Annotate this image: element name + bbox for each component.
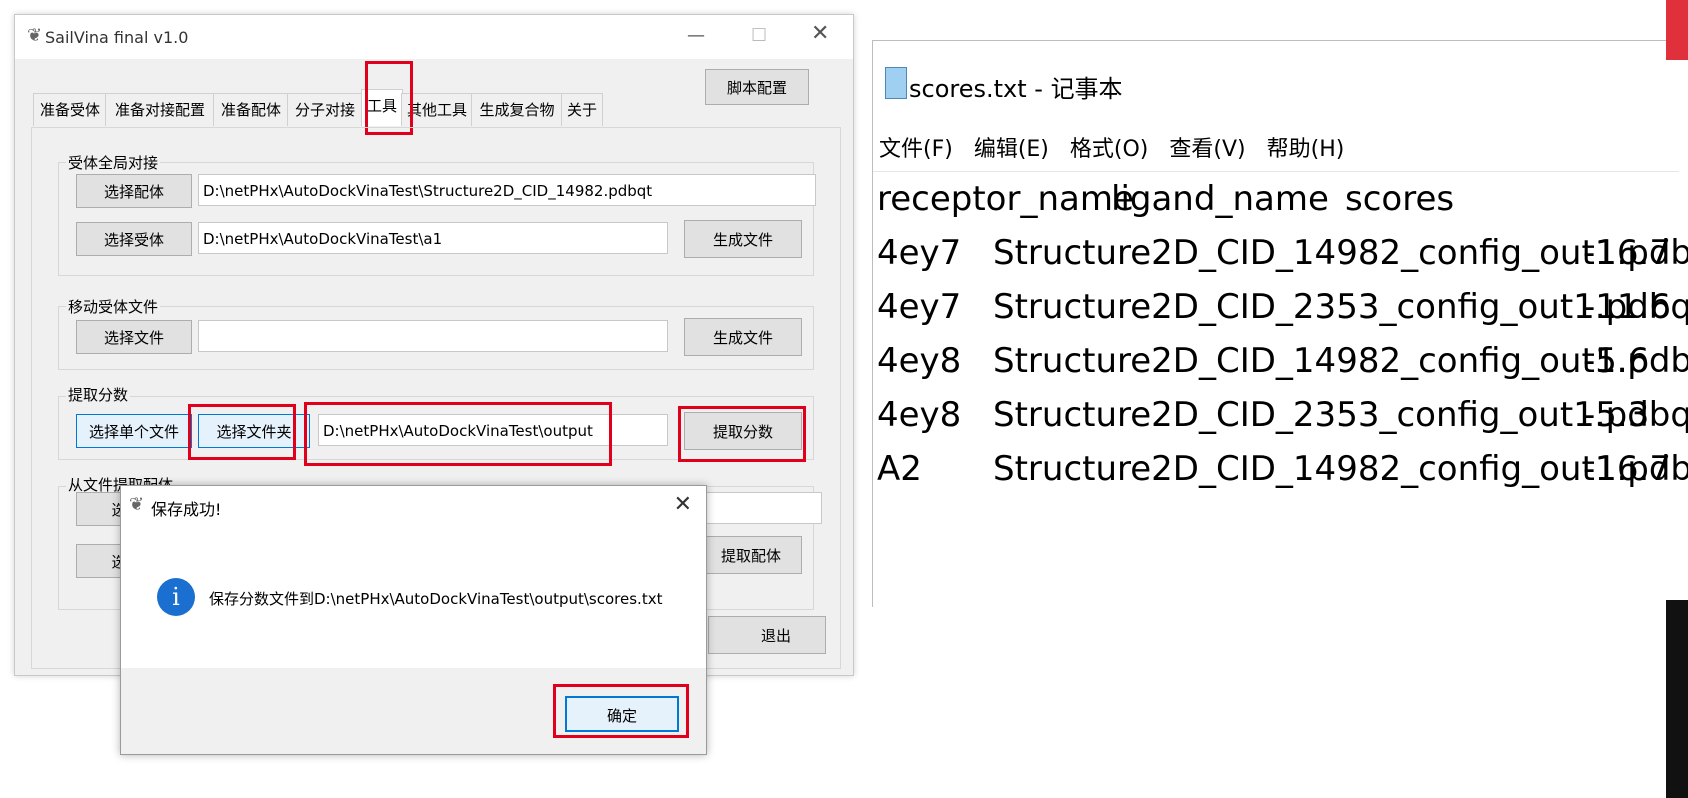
maximize-icon[interactable]: ☐ (751, 25, 767, 46)
feather-icon: ❦ (27, 25, 43, 46)
title-bar: ❦ SailVina final v1.0 — ☐ ✕ (15, 15, 853, 59)
menu-file[interactable]: 文件(F) (879, 137, 953, 162)
row-score: -11.6 (1583, 287, 1671, 327)
row-receptor: A2 (877, 449, 922, 489)
highlight-tools-tab (365, 61, 413, 135)
row-receptor: 4ey8 (877, 341, 962, 381)
select-single-file-button[interactable]: 选择单个文件 (76, 414, 192, 448)
row-score: -16.7 (1583, 233, 1671, 273)
row-receptor: 4ey7 (877, 233, 962, 273)
menu-edit[interactable]: 编辑(E) (974, 137, 1049, 162)
notepad-icon (885, 67, 907, 99)
generate-file-button-1[interactable]: 生成文件 (684, 220, 802, 258)
highlight-extract-scores (678, 406, 806, 462)
tab-prepare-ligand[interactable]: 准备配体 (213, 93, 289, 126)
dialog-close-icon[interactable]: ✕ (674, 492, 692, 517)
row-receptor: 4ey8 (877, 395, 962, 435)
move-receptor-label: 移动受体文件 (66, 296, 161, 317)
close-icon[interactable]: ✕ (811, 21, 829, 46)
notepad-title: scores.txt - 记事本 (909, 75, 1123, 103)
generate-file-button-2[interactable]: 生成文件 (684, 318, 802, 356)
window-title: SailVina final v1.0 (45, 28, 189, 47)
highlight-ok-button (553, 684, 689, 738)
menu-format[interactable]: 格式(O) (1070, 137, 1148, 162)
row-receptor: 4ey7 (877, 287, 962, 327)
select-ligand-button[interactable]: 选择配体 (76, 174, 192, 208)
select-receptor-button[interactable]: 选择受体 (76, 222, 192, 256)
notepad-separator (873, 171, 1679, 172)
save-success-dialog: ❦ 保存成功! ✕ i 保存分数文件到D:\netPHx\AutoDockVin… (120, 485, 707, 755)
row-score: -16.7 (1583, 449, 1671, 489)
exit-button[interactable]: 退出 (708, 616, 826, 654)
row-score: -5.3 (1583, 395, 1650, 435)
tab-prepare-receptor[interactable]: 准备受体 (33, 93, 107, 126)
select-file-button[interactable]: 选择文件 (76, 320, 192, 354)
notepad-window: scores.txt - 记事本 文件(F) 编辑(E) 格式(O) 查看(V)… (872, 40, 1688, 607)
dialog-message: 保存分数文件到D:\netPHx\AutoDockVinaTest\output… (209, 590, 663, 608)
edge-black-bar (1666, 600, 1688, 798)
tab-about[interactable]: 关于 (561, 93, 603, 126)
dialog-title: 保存成功! (151, 500, 222, 519)
row-score: -5.6 (1583, 341, 1650, 381)
script-config-button[interactable]: 脚本配置 (705, 69, 809, 105)
tab-molecular-docking[interactable]: 分子对接 (287, 93, 363, 126)
highlight-folder-path (304, 402, 612, 466)
menu-help[interactable]: 帮助(H) (1267, 137, 1345, 162)
notepad-menu-bar: 文件(F) 编辑(E) 格式(O) 查看(V) 帮助(H) (879, 131, 1358, 163)
receptor-path-field[interactable]: D:\netPHx\AutoDockVinaTest\a1 (198, 222, 668, 254)
move-file-path-field[interactable] (198, 320, 668, 352)
header-ligand: ligand_name (1111, 179, 1329, 219)
dialog-feather-icon: ❦ (129, 494, 145, 515)
extract-scores-label: 提取分数 (66, 384, 131, 405)
info-icon: i (157, 578, 195, 616)
edge-red-bar (1666, 0, 1688, 60)
header-scores: scores (1345, 179, 1455, 219)
tab-prepare-docking-config[interactable]: 准备对接配置 (105, 93, 215, 126)
ligand-path-field[interactable]: D:\netPHx\AutoDockVinaTest\Structure2D_C… (198, 174, 816, 206)
dialog-footer: 确定 (121, 668, 706, 754)
global-docking-label: 受体全局对接 (66, 152, 161, 173)
header-receptor: receptor_name (877, 179, 1134, 219)
highlight-select-folder (188, 404, 296, 460)
minimize-icon[interactable]: — (687, 25, 705, 46)
tab-generate-complex[interactable]: 生成复合物 (471, 93, 563, 126)
menu-view[interactable]: 查看(V) (1169, 137, 1245, 162)
